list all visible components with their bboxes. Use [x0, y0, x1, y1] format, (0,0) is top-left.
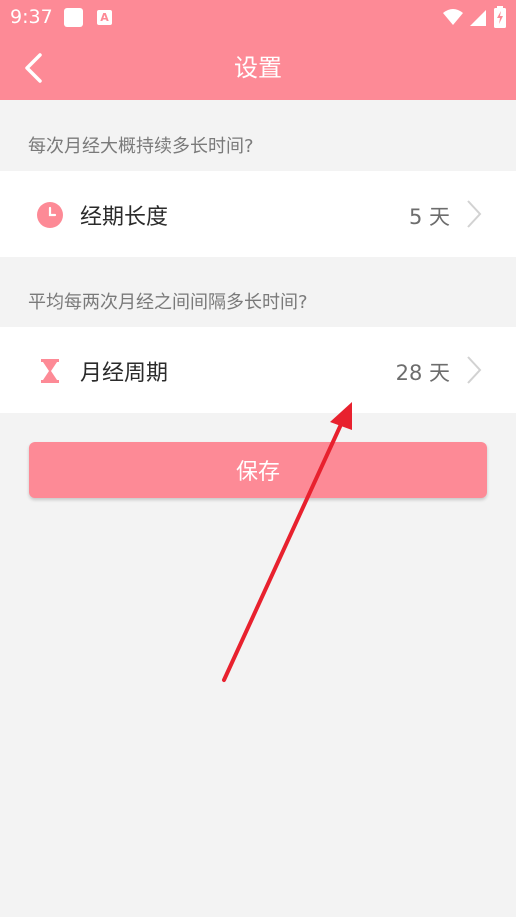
app-bar: 设置 [0, 36, 516, 100]
chevron-left-icon [25, 53, 42, 83]
save-button[interactable]: 保存 [29, 442, 487, 498]
period-length-label: 经期长度 [80, 205, 169, 230]
period-length-row[interactable]: 经期长度 5 天 [0, 171, 516, 257]
hourglass-icon [41, 359, 59, 383]
signal-icon [470, 10, 486, 26]
wifi-icon [443, 9, 463, 25]
notification-square-icon [64, 8, 83, 27]
status-bar: 9:37 A [0, 0, 516, 36]
back-button[interactable] [18, 50, 54, 86]
chevron-right-icon [467, 356, 482, 384]
clock-icon [37, 202, 63, 228]
status-time: 9:37 [10, 6, 53, 28]
notification-a-icon: A [97, 10, 112, 25]
cycle-length-row[interactable]: 月经周期 28 天 [0, 327, 516, 413]
cycle-length-value: 28 天 [395, 361, 450, 385]
page-title: 设置 [234, 54, 282, 82]
period-length-hint: 每次月经大概持续多长时间? [28, 136, 254, 157]
period-length-value: 5 天 [408, 205, 450, 229]
cycle-length-hint: 平均每两次月经之间间隔多长时间? [28, 292, 308, 313]
battery-icon [494, 6, 506, 28]
cycle-length-label: 月经周期 [80, 361, 169, 386]
chevron-right-icon [467, 200, 482, 228]
